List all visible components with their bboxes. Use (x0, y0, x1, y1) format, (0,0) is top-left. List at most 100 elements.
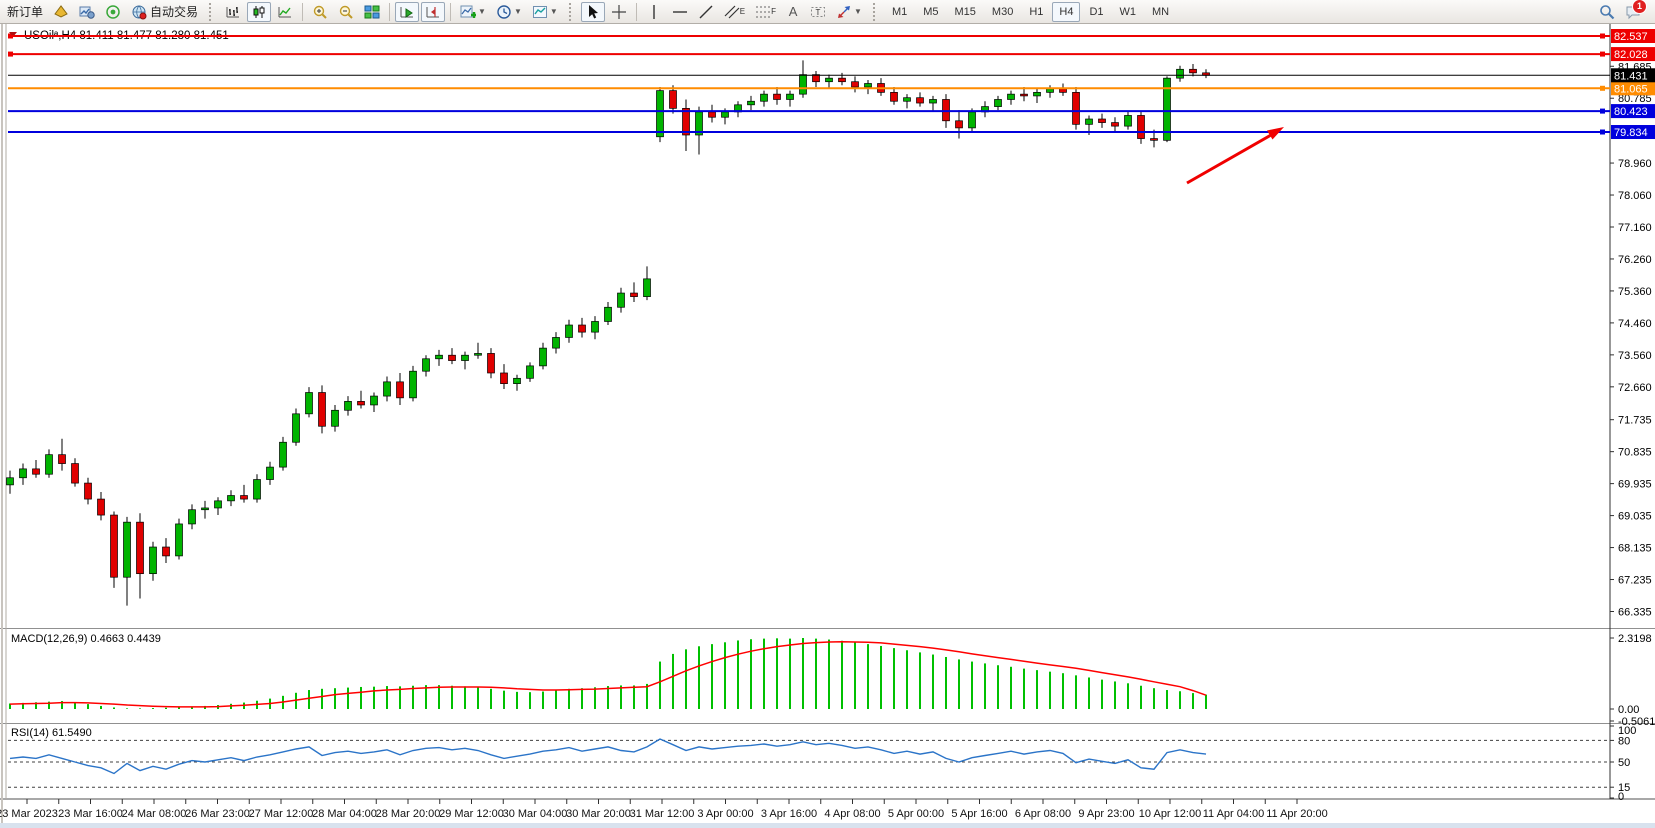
timeframe-bar: M1M5M15M30H1H4D1W1MN (884, 2, 1177, 22)
tile-windows-icon (364, 4, 380, 20)
periods-button[interactable]: ▼ (492, 2, 526, 22)
label-tool-button[interactable]: T (806, 2, 830, 22)
candle-body (917, 98, 924, 103)
candle-body (904, 98, 911, 102)
candle-body (670, 91, 677, 109)
candle-body (891, 92, 898, 101)
gold-profile-icon (53, 4, 69, 20)
text-tool-button[interactable]: A (782, 2, 804, 22)
line-chart-button[interactable] (273, 2, 297, 22)
publish-button[interactable] (75, 2, 99, 22)
arrow-annotation-shaft[interactable] (1187, 135, 1271, 183)
cursor-icon (585, 4, 601, 20)
zoom-out-button[interactable] (334, 2, 358, 22)
arrows-tool-button[interactable]: ▼ (832, 2, 866, 22)
candle-body (774, 94, 781, 99)
date-label: 5 Apr 00:00 (888, 808, 944, 820)
candle-body (605, 307, 612, 321)
price-tick-label: 76.260 (1618, 254, 1652, 266)
mt4-application-window: { "toolbar": { "new_order_label": "新订单",… (0, 0, 1655, 828)
template-chart-icon (532, 4, 548, 20)
chart-shift-icon (425, 4, 441, 20)
candle-body (254, 480, 261, 500)
templates-button[interactable]: ▼ (528, 2, 562, 22)
candle-body (761, 94, 768, 101)
timeframe-button-h4[interactable]: H4 (1052, 2, 1080, 22)
timeframe-button-m30[interactable]: M30 (985, 2, 1020, 22)
line-handle[interactable] (8, 52, 13, 57)
candle-body (475, 353, 482, 355)
date-label: 24 Mar 08:00 (122, 808, 187, 820)
line-handle[interactable] (1600, 109, 1605, 114)
crosshair-tool-button[interactable] (607, 2, 631, 22)
line-handle[interactable] (1600, 86, 1605, 91)
price-tick-label: 71.735 (1618, 415, 1652, 427)
chart-area[interactable]: 81.68580.78578.96078.06077.16076.26075.3… (0, 24, 1655, 828)
auto-scroll-button[interactable] (395, 2, 419, 22)
horizontal-line-tool-button[interactable] (668, 2, 692, 22)
line-handle[interactable] (1600, 52, 1605, 57)
date-label: 23 Mar 2023 (0, 808, 58, 820)
candle-body (7, 478, 14, 485)
candle-body (501, 373, 508, 384)
candle-body (46, 455, 53, 475)
candle-body (995, 99, 1002, 106)
chart-shift-button[interactable] (421, 2, 445, 22)
timeframe-button-d1[interactable]: D1 (1082, 2, 1110, 22)
price-label-text: 80.423 (1614, 106, 1648, 118)
macd-tick-label: 2.3198 (1618, 633, 1652, 645)
fibonacci-tool-button[interactable]: F (751, 2, 780, 22)
chart-canvas[interactable]: 81.68580.78578.96078.06077.16076.26075.3… (0, 24, 1655, 828)
bar-chart-button[interactable] (221, 2, 245, 22)
equidistant-channel-icon (724, 4, 740, 20)
candle-body (306, 393, 313, 414)
indicators-button[interactable]: ▼ (456, 2, 490, 22)
notifications-button[interactable]: 1 (1621, 2, 1645, 22)
cursor-tool-button[interactable] (581, 2, 605, 22)
auto-trading-globe-icon (131, 4, 147, 20)
auto-trading-button[interactable]: 自动交易 (127, 2, 202, 22)
date-label: 23 Mar 16:00 (58, 808, 123, 820)
fibonacci-icon (755, 4, 771, 20)
candle-body (85, 483, 92, 499)
candlestick-chart-button[interactable] (247, 2, 271, 22)
timeframe-button-m15[interactable]: M15 (948, 2, 983, 22)
arrow-annotation-head[interactable] (1267, 127, 1284, 140)
candle-body (163, 547, 170, 556)
toolbar-separator (209, 3, 216, 21)
candle-body (865, 83, 872, 87)
vertical-line-tool-button[interactable] (642, 2, 666, 22)
tile-windows-button[interactable] (360, 2, 384, 22)
candle-body (358, 401, 365, 405)
price-label-text: 81.065 (1614, 83, 1648, 95)
candle-body (800, 75, 807, 95)
date-label: 4 Apr 08:00 (824, 808, 880, 820)
candle-body (293, 414, 300, 442)
channel-tool-button[interactable]: E (720, 2, 749, 22)
zoom-in-button[interactable] (308, 2, 332, 22)
timeframe-button-mn[interactable]: MN (1145, 2, 1176, 22)
line-handle[interactable] (1600, 130, 1605, 135)
bar-chart-icon (225, 4, 241, 20)
timeframe-button-m1[interactable]: M1 (885, 2, 914, 22)
candle-body (1138, 115, 1145, 138)
candle-body (150, 547, 157, 574)
trendline-tool-button[interactable] (694, 2, 718, 22)
candlestick-chart-icon (251, 4, 267, 20)
candle-body (488, 353, 495, 373)
date-label: 30 Mar 04:00 (503, 808, 568, 820)
new-order-button[interactable]: 新订单 (3, 2, 47, 22)
timeframe-button-w1[interactable]: W1 (1113, 2, 1144, 22)
candle-body (176, 524, 183, 556)
profile-button[interactable] (49, 2, 73, 22)
candle-body (423, 359, 430, 371)
date-label: 11 Apr 20:00 (1266, 808, 1328, 820)
price-tick-label: 66.335 (1618, 606, 1652, 618)
macd-pane: MACD(12,26,9) 0.4663 0.44392.31980.00-0.… (10, 633, 1655, 728)
price-tick-label: 74.460 (1618, 318, 1652, 330)
candle-body (592, 321, 599, 332)
signals-button[interactable] (101, 2, 125, 22)
timeframe-button-h1[interactable]: H1 (1022, 2, 1050, 22)
timeframe-button-m5[interactable]: M5 (916, 2, 945, 22)
search-button[interactable] (1595, 2, 1619, 22)
